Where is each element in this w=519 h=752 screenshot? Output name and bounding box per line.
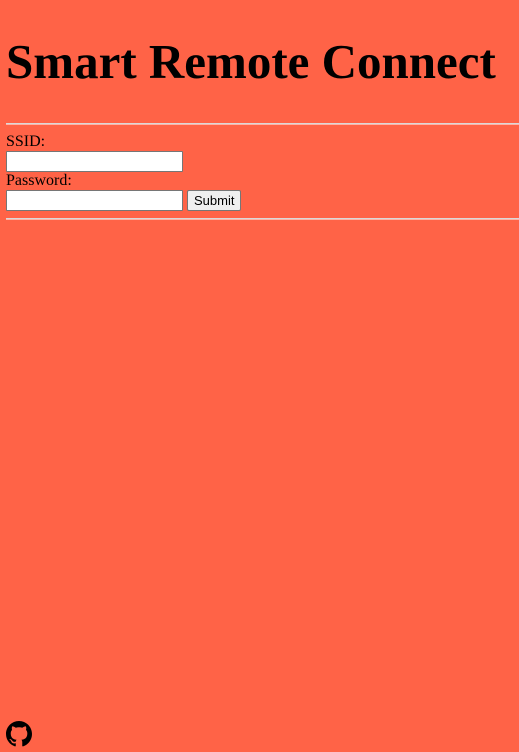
page-title: Smart Remote Connect [6,34,496,89]
ssid-input[interactable] [6,151,183,172]
wifi-form: SSID: Password: Submit [6,133,516,211]
github-link[interactable] [6,721,32,747]
top-divider [6,123,519,125]
submit-button[interactable]: Submit [187,190,242,211]
password-input[interactable] [6,190,183,211]
github-icon [6,721,32,747]
page: { "header": { "title": "Smart Remote Con… [0,0,519,752]
password-label: Password: [6,172,72,189]
password-row: Submit [6,190,516,211]
bottom-divider [6,218,519,220]
ssid-label: SSID: [6,133,46,150]
